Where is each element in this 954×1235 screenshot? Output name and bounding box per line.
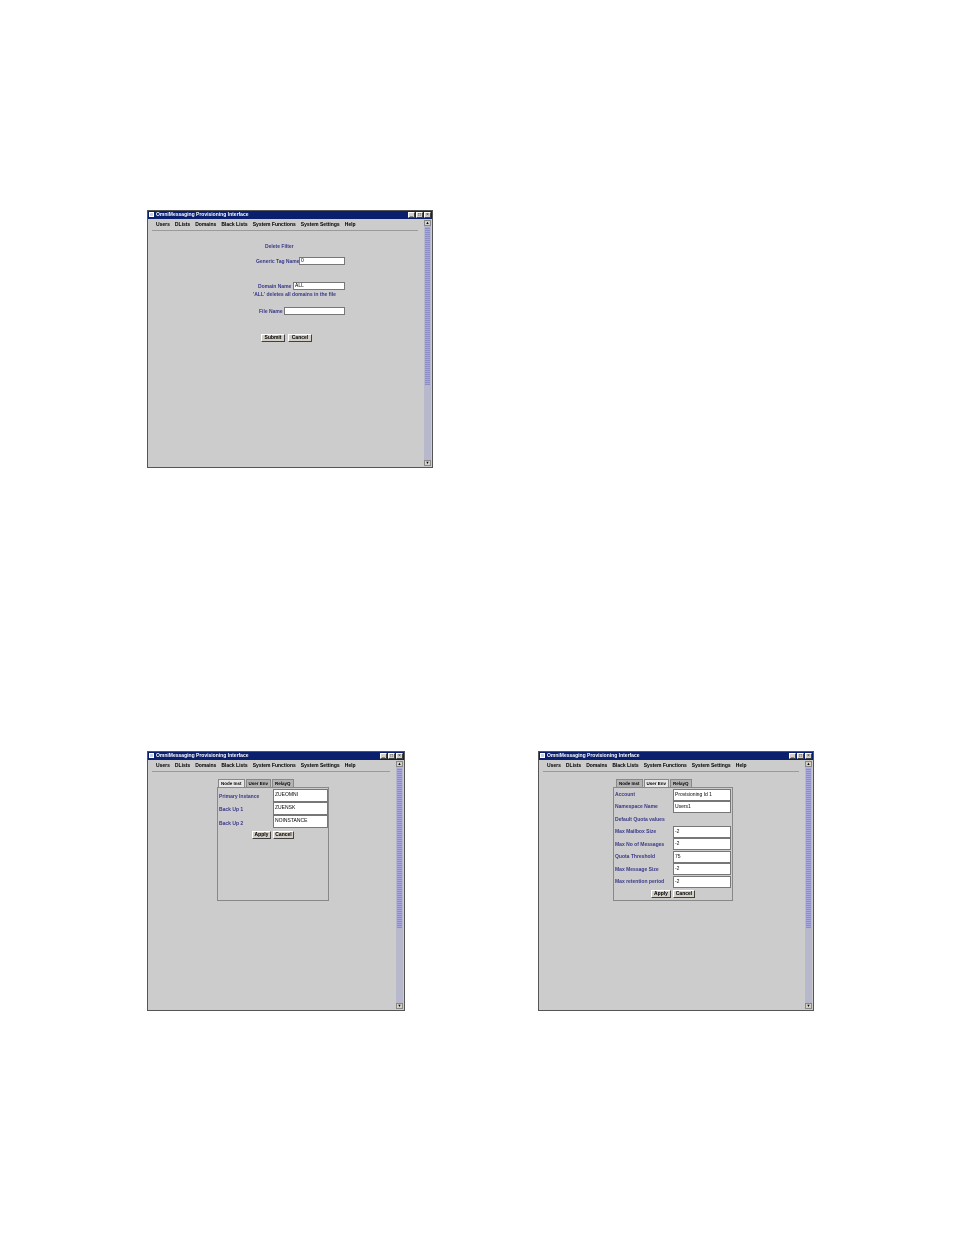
back-up-1-label: Back Up 1 [219,807,244,813]
quota-threshold-label: Quota Threshold [615,854,655,860]
account-label: Account [615,792,635,798]
menu-black-lists[interactable]: Black Lists [612,763,638,769]
minimize-button[interactable]: _ [789,753,796,759]
window-node-inst: OmniMessaging Provisioning Interface _ □… [147,751,405,1011]
scroll-down-arrow-icon[interactable]: ▼ [424,460,431,466]
scroll-up-arrow-icon[interactable]: ▲ [396,761,403,767]
vertical-scrollbar[interactable]: ▲ ▼ [424,220,431,466]
menu-system-functions[interactable]: System Functions [644,763,687,769]
node-inst-panel: Primary Instance ZUEOMNI Back Up 1 ZUENS… [217,787,329,901]
form-heading: Delete Filter [265,244,294,250]
menu-system-settings[interactable]: System Settings [301,222,340,228]
app-icon [540,753,545,758]
vertical-scrollbar[interactable]: ▲ ▼ [396,761,403,1009]
user-env-panel: Account Provisioning Id 1 Namespace Name… [613,787,733,901]
apply-button[interactable]: Apply [252,831,271,839]
back-up-2-input[interactable]: NOINSTANCE [273,815,328,828]
scroll-thumb[interactable] [806,768,811,928]
scroll-thumb[interactable] [397,768,402,928]
menu-system-settings[interactable]: System Settings [301,763,340,769]
minimize-button[interactable]: _ [380,753,387,759]
menu-black-lists[interactable]: Black Lists [221,763,247,769]
menu-domains[interactable]: Domains [195,222,216,228]
menu-bar: Users DLists Domains Black Lists System … [156,763,356,769]
menu-divider [152,771,390,772]
menu-users[interactable]: Users [156,763,170,769]
window-user-env: OmniMessaging Provisioning Interface _ □… [538,751,814,1011]
close-button[interactable]: × [396,753,403,759]
app-icon [149,212,154,217]
menu-users[interactable]: Users [547,763,561,769]
maximize-button[interactable]: □ [388,753,395,759]
domain-name-input[interactable]: ALL [293,282,345,290]
scroll-thumb[interactable] [425,227,430,385]
default-quota-heading: Default Quota values [615,817,665,823]
title-bar[interactable]: OmniMessaging Provisioning Interface _ □… [539,752,813,760]
generic-tag-input[interactable]: 0 [299,257,345,265]
back-up-2-label: Back Up 2 [219,821,244,827]
quota-threshold-input[interactable]: 75 [673,851,731,863]
max-message-size-label: Max Message Size [615,867,659,873]
window-title: OmniMessaging Provisioning Interface [156,212,249,218]
vertical-scrollbar[interactable]: ▲ ▼ [805,761,812,1009]
maximize-button[interactable]: □ [416,212,423,218]
menu-bar: Users DLists Domains Black Lists System … [547,763,747,769]
menu-system-functions[interactable]: System Functions [253,763,296,769]
menu-divider [152,230,418,231]
apply-button[interactable]: Apply [651,890,671,898]
menu-help[interactable]: Help [345,763,356,769]
title-bar[interactable]: OmniMessaging Provisioning Interface _ □… [148,752,404,760]
menu-dlists[interactable]: DLists [175,763,190,769]
app-icon [149,753,154,758]
account-input[interactable]: Provisioning Id 1 [673,789,731,801]
namespace-name-input[interactable]: Users1 [673,801,731,813]
title-bar[interactable]: OmniMessaging Provisioning Interface _ □… [148,211,432,219]
maximize-button[interactable]: □ [797,753,804,759]
namespace-name-label: Namespace Name [615,804,658,810]
menu-domains[interactable]: Domains [195,763,216,769]
menu-users[interactable]: Users [156,222,170,228]
menu-divider [543,771,799,772]
file-name-input[interactable] [284,307,345,315]
cancel-button[interactable]: Cancel [673,890,695,898]
max-retention-period-input[interactable]: -2 [673,876,731,888]
domain-note: 'ALL' deletes all domains in the file [253,292,336,298]
menu-help[interactable]: Help [736,763,747,769]
cancel-button[interactable]: Cancel [273,831,294,839]
max-mailbox-size-label: Max Mailbox Size [615,829,657,835]
menu-dlists[interactable]: DLists [175,222,190,228]
max-message-size-input[interactable]: -2 [673,863,731,875]
back-up-1-input[interactable]: ZUENSK [273,802,328,815]
cancel-button[interactable]: Cancel [288,334,312,342]
scroll-up-arrow-icon[interactable]: ▲ [424,220,431,226]
scroll-down-arrow-icon[interactable]: ▼ [396,1003,403,1009]
window-title: OmniMessaging Provisioning Interface [156,753,249,759]
submit-button[interactable]: Submit [261,334,285,342]
menu-black-lists[interactable]: Black Lists [221,222,247,228]
max-no-of-messages-input[interactable]: -2 [673,838,731,850]
close-button[interactable]: × [805,753,812,759]
menu-domains[interactable]: Domains [586,763,607,769]
max-mailbox-size-input[interactable]: -2 [673,826,731,838]
menu-system-settings[interactable]: System Settings [692,763,731,769]
file-name-label: File Name [259,309,283,315]
close-button[interactable]: × [424,212,431,218]
primary-instance-input[interactable]: ZUEOMNI [273,789,328,802]
domain-name-label: Domain Name [258,284,292,290]
generic-tag-label: Generic Tag Name [256,259,300,265]
minimize-button[interactable]: _ [408,212,415,218]
window-delete-filter: OmniMessaging Provisioning Interface _ □… [147,210,433,468]
menu-bar: Users DLists Domains Black Lists System … [156,222,356,228]
scroll-down-arrow-icon[interactable]: ▼ [805,1003,812,1009]
menu-system-functions[interactable]: System Functions [253,222,296,228]
menu-dlists[interactable]: DLists [566,763,581,769]
primary-instance-label: Primary Instance [219,794,260,800]
menu-help[interactable]: Help [345,222,356,228]
window-title: OmniMessaging Provisioning Interface [547,753,640,759]
max-no-of-messages-label: Max No of Messages [615,842,665,848]
scroll-up-arrow-icon[interactable]: ▲ [805,761,812,767]
max-retention-period-label: Max retention period [615,879,665,885]
